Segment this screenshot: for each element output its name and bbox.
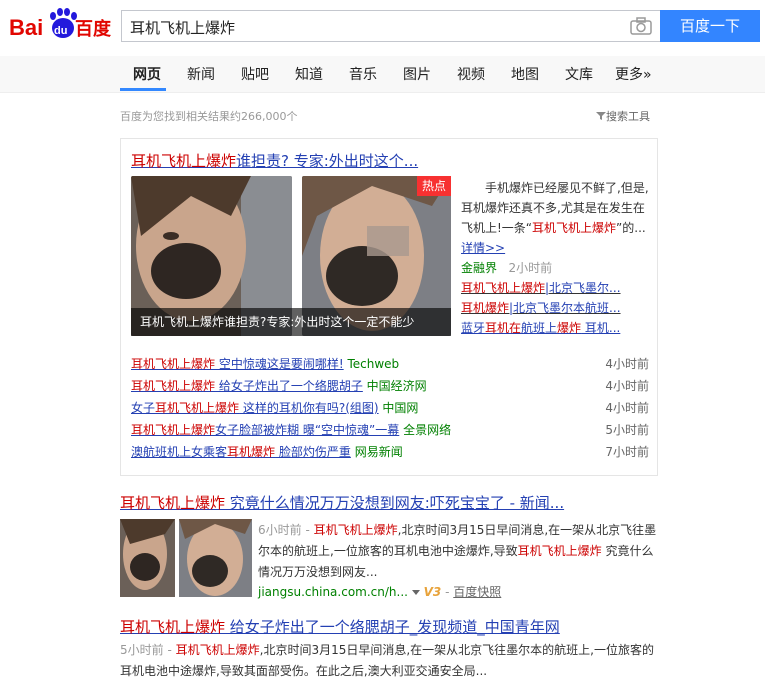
news-summary: 手机爆炸已经屡见不鲜了,但是,耳机爆炸还真不多,尤其是在发生在飞机上!一条“耳机… xyxy=(461,178,649,258)
side-link-3[interactable]: 蓝牙耳机在航班上爆炸 耳机... xyxy=(461,319,620,336)
list-item[interactable]: 耳机飞机上爆炸女子脸部被炸糊 曝“空中惊魂”一幕 全景网络 5小时前 xyxy=(131,421,649,441)
list-title: 脸部灼伤严重 xyxy=(275,445,351,459)
title-rest: 究竟什么情况万万没想到网友:吓死宝宝了 - 新闻... xyxy=(225,494,565,512)
tab-images[interactable]: 图片 xyxy=(403,64,431,84)
list-keyword: 耳机飞机上爆炸 xyxy=(131,423,216,437)
result-3-title[interactable]: 耳机飞机上爆炸 给女子炸出了一个络腮胡子_发现频道_中国青年网 xyxy=(120,616,560,637)
side-link-text: |北京飞墨尔... xyxy=(545,281,621,295)
tab-map[interactable]: 地图 xyxy=(511,64,539,84)
search-box[interactable]: 耳机飞机上爆炸 xyxy=(121,10,660,42)
list-item[interactable]: 耳机飞机上爆炸 给女子炸出了一个络腮胡子 中国经济网 4小时前 xyxy=(131,377,649,397)
list-time: 4小时前 xyxy=(605,357,649,371)
list-item[interactable]: 女子耳机飞机上爆炸 这样的耳机你有吗?(组图) 中国网 4小时前 xyxy=(131,399,649,419)
caret-down-icon[interactable] xyxy=(411,590,420,596)
result-sep: - xyxy=(163,643,176,657)
side-link-1[interactable]: 耳机飞机上爆炸|北京飞墨尔... xyxy=(461,279,621,296)
list-pre: 女子 xyxy=(131,401,156,415)
tab-web[interactable]: 网页 xyxy=(133,64,161,84)
snapshot-link[interactable]: 百度快照 xyxy=(453,585,501,599)
list-source: 网易新闻 xyxy=(354,445,403,459)
result-time: 6小时前 xyxy=(258,523,302,537)
list-source: 中国经济网 xyxy=(366,379,427,393)
active-tab-indicator xyxy=(120,88,166,91)
result-stats: 百度为您找到相关结果约266,000个 xyxy=(120,110,298,123)
image-caption[interactable]: 耳机飞机上爆炸谁担责?专家:外出时这个一定不能少 xyxy=(131,308,451,336)
list-time: 5小时前 xyxy=(605,423,649,437)
tab-more[interactable]: 更多» xyxy=(615,64,652,84)
header: Bai du 百度 耳机飞机上爆炸 百度一下 xyxy=(0,0,765,56)
list-title: 女子脸部被炸糊 曝“空中惊魂”一幕 xyxy=(215,423,400,437)
side-link-pre: 蓝牙 xyxy=(461,321,486,335)
list-title: 空中惊魂这是要闹哪样! xyxy=(215,357,344,371)
news-card-title[interactable]: 耳机飞机上爆炸谁担责? 专家:外出时这个... xyxy=(131,150,418,171)
side-link-mid: 航班上 xyxy=(521,321,558,335)
tab-zhidao[interactable]: 知道 xyxy=(295,64,323,84)
list-time: 4小时前 xyxy=(605,379,649,393)
search-input[interactable]: 耳机飞机上爆炸 xyxy=(130,17,235,38)
result-2-abstract: 6小时前 - 耳机飞机上爆炸,北京时间3月15日早间消息,在一架从北京飞往墨尔本… xyxy=(258,520,658,583)
list-title: 给女子炸出了一个络腮胡子 xyxy=(215,379,363,393)
list-item[interactable]: 澳航班机上女乘客耳机爆炸 脸部灼伤严重 网易新闻 7小时前 xyxy=(131,443,649,463)
search-button[interactable]: 百度一下 xyxy=(660,10,760,42)
summary-tail: ”的... xyxy=(616,221,646,235)
result-2-title[interactable]: 耳机飞机上爆炸 究竟什么情况万万没想到网友:吓死宝宝了 - 新闻... xyxy=(120,492,564,513)
title-rest: 给女子炸出了一个络腮胡子_发现频道_中国青年网 xyxy=(225,618,560,636)
result-3-abstract: 5小时前 - 耳机飞机上爆炸,北京时间3月15日早间消息,在一架从北京飞往墨尔本… xyxy=(120,640,660,682)
filter-icon xyxy=(596,112,606,120)
side-link-text: 耳机... xyxy=(581,321,621,335)
tab-news[interactable]: 新闻 xyxy=(187,64,215,84)
abstract-keyword: 耳机飞机上爆炸 xyxy=(175,643,260,657)
side-link-keyword: 耳机飞机上爆炸 xyxy=(461,281,546,295)
list-time: 4小时前 xyxy=(605,401,649,415)
side-link-text: |北京飞墨尔本航班... xyxy=(509,301,621,315)
abstract-keyword-2: 耳机飞机上爆炸 xyxy=(517,544,602,558)
list-keyword: 耳机爆炸 xyxy=(227,445,276,459)
tab-video[interactable]: 视频 xyxy=(457,64,485,84)
result-time: 5小时前 xyxy=(120,643,164,657)
abstract-keyword: 耳机飞机上爆炸 xyxy=(313,523,398,537)
hot-badge: 热点 xyxy=(417,176,451,196)
news-time: 2小时前 xyxy=(508,261,553,275)
list-keyword: 耳机飞机上爆炸 xyxy=(131,379,216,393)
list-item[interactable]: 耳机飞机上爆炸 空中惊魂这是要闹哪样! Techweb 4小时前 xyxy=(131,355,649,375)
v3-badge-icon: V3 xyxy=(423,585,442,599)
list-keyword: 耳机飞机上爆炸 xyxy=(155,401,240,415)
list-time: 7小时前 xyxy=(605,445,649,459)
logo-text-du: du xyxy=(54,25,67,37)
news-source: 金融界 xyxy=(461,261,498,275)
title-keyword: 耳机飞机上爆炸 xyxy=(120,494,226,512)
list-source: Techweb xyxy=(347,357,400,371)
result-url[interactable]: jiangsu.china.com.cn/h... xyxy=(258,585,408,599)
tab-tieba[interactable]: 贴吧 xyxy=(241,64,269,84)
camera-icon[interactable] xyxy=(630,17,652,35)
result-2-url-row: jiangsu.china.com.cn/h... V3 - 百度快照 xyxy=(258,585,502,599)
nav-tabs: 网页 新闻 贴吧 知道 音乐 图片 视频 地图 文库 更多» xyxy=(0,56,765,93)
side-link-keyword-2: 爆炸 xyxy=(557,321,582,335)
side-link-keyword: 耳机爆炸 xyxy=(461,301,510,315)
search-tools-label: 搜索工具 xyxy=(606,110,650,123)
baidu-logo[interactable]: Bai du 百度 xyxy=(9,8,113,44)
news-meta: 金融界 2小时前 xyxy=(461,259,552,276)
result-sep: - xyxy=(301,523,314,537)
result-2-images[interactable] xyxy=(120,518,252,601)
logo-text-cn: 百度 xyxy=(75,18,112,40)
detail-link[interactable]: 详情>> xyxy=(461,241,505,255)
result-2-thumbnail[interactable] xyxy=(120,518,252,597)
title-rest: 谁担责? 专家:外出时这个... xyxy=(236,152,419,170)
search-tools-button[interactable]: 搜索工具 xyxy=(596,108,650,124)
list-pre: 澳航班机上女乘客 xyxy=(131,445,228,459)
title-keyword: 耳机飞机上爆炸 xyxy=(131,152,237,170)
tab-music[interactable]: 音乐 xyxy=(349,64,377,84)
side-link-keyword: 耳机在 xyxy=(485,321,522,335)
list-title: 这样的耳机你有吗?(组图) xyxy=(239,401,379,415)
list-keyword: 耳机飞机上爆炸 xyxy=(131,357,216,371)
title-keyword: 耳机飞机上爆炸 xyxy=(120,618,226,636)
side-link-2[interactable]: 耳机爆炸|北京飞墨尔本航班... xyxy=(461,299,621,316)
summary-keyword: 耳机飞机上爆炸 xyxy=(532,221,617,235)
list-source: 全景网络 xyxy=(403,423,452,437)
logo-text-bai: Bai xyxy=(9,15,43,40)
tab-wenku[interactable]: 文库 xyxy=(565,64,593,84)
list-source: 中国网 xyxy=(382,401,419,415)
